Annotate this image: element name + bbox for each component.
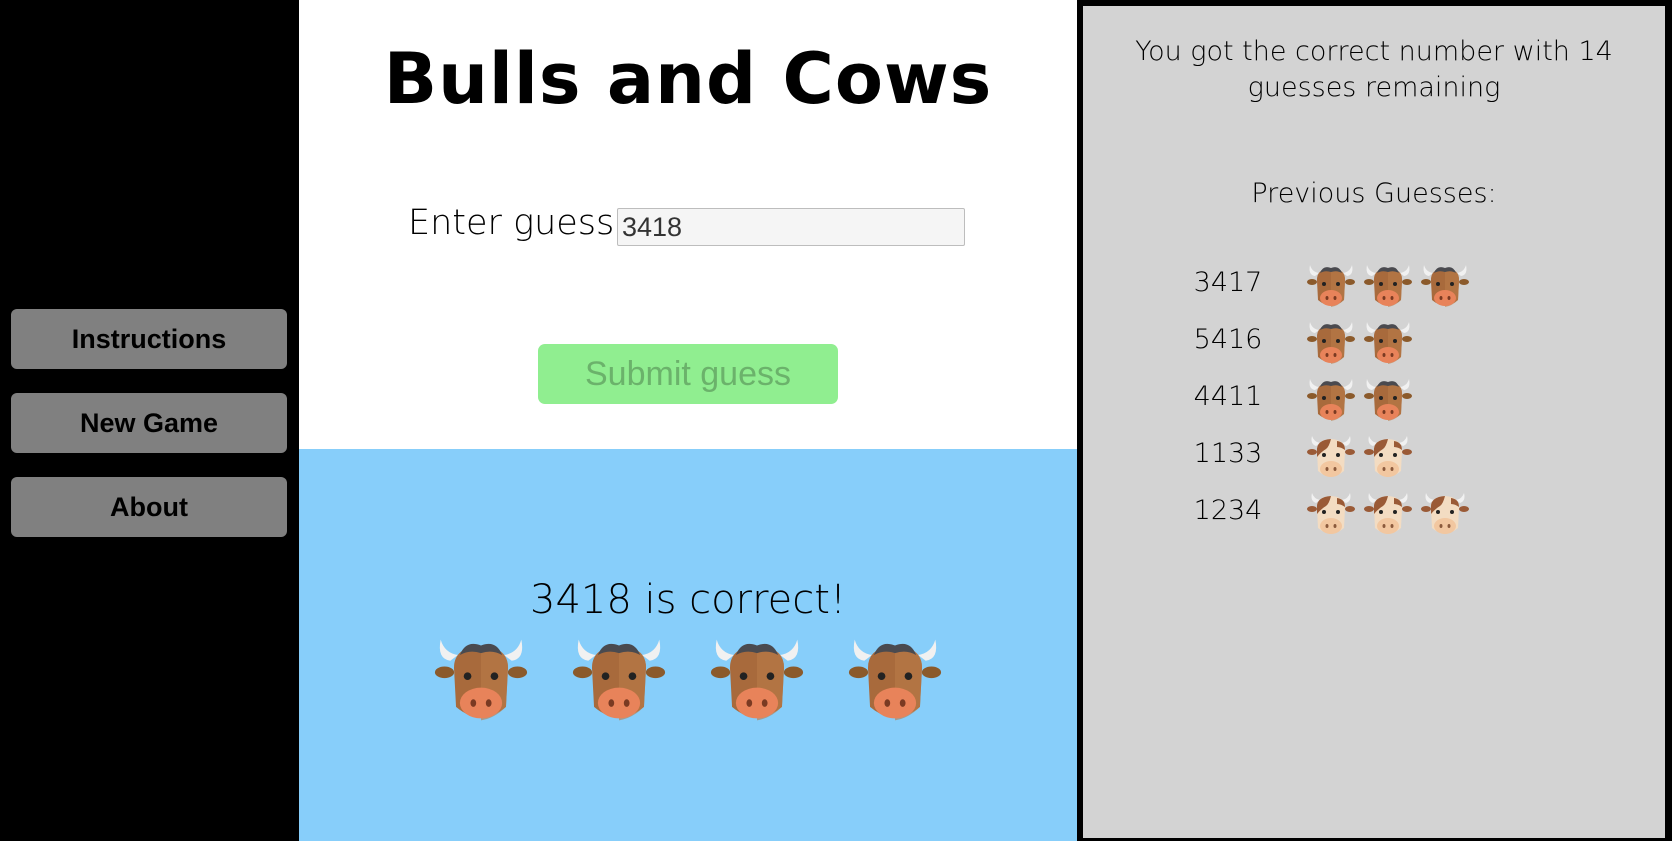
result-icons — [433, 632, 943, 732]
bull-icon — [709, 632, 805, 728]
sidebar: Instructions New Game About — [0, 0, 299, 841]
game-panel: Bulls and Cows Enter guess: Submit guess — [299, 0, 1077, 449]
bull-icon — [847, 632, 943, 728]
history-panel: You got the correct number with 14 guess… — [1083, 6, 1665, 838]
guess-input[interactable] — [617, 208, 965, 246]
bull-icon — [1306, 375, 1356, 425]
guess-number: 1133 — [1193, 438, 1263, 469]
result-panel: 3418 is correct! — [299, 449, 1077, 841]
bull-icon — [1363, 318, 1413, 368]
guess-row: 1133 — [1083, 432, 1665, 482]
bull-icon — [571, 632, 667, 728]
instructions-button[interactable]: Instructions — [11, 309, 287, 369]
result-text: 3418 is correct! — [530, 577, 846, 623]
cow-icon — [1306, 432, 1356, 482]
history-panel-frame: You got the correct number with 14 guess… — [1077, 0, 1672, 841]
page-title: Bulls and Cows — [383, 38, 993, 120]
new-game-button[interactable]: New Game — [11, 393, 287, 453]
guess-row: 1234 — [1083, 489, 1665, 539]
previous-guesses-title: Previous Guesses: — [1251, 178, 1497, 209]
guess-number: 3417 — [1193, 267, 1263, 298]
bull-icon — [433, 632, 529, 728]
guess-row: 4411 — [1083, 375, 1665, 425]
guess-number: 1234 — [1193, 495, 1263, 526]
cow-icon — [1363, 432, 1413, 482]
status-text: You got the correct number with 14 guess… — [1135, 36, 1613, 103]
cow-icon — [1363, 489, 1413, 539]
submit-guess-button[interactable]: Submit guess — [538, 344, 838, 404]
guess-number: 5416 — [1193, 324, 1263, 355]
bull-icon — [1363, 261, 1413, 311]
guess-label: Enter guess: — [408, 203, 627, 243]
guess-row: 5416 — [1083, 318, 1665, 368]
bull-icon — [1306, 261, 1356, 311]
bull-icon — [1363, 375, 1413, 425]
cow-icon — [1420, 489, 1470, 539]
guess-number: 4411 — [1193, 381, 1263, 412]
bull-icon — [1306, 318, 1356, 368]
bull-icon — [1420, 261, 1470, 311]
guess-row: 3417 — [1083, 261, 1665, 311]
about-button[interactable]: About — [11, 477, 287, 537]
cow-icon — [1306, 489, 1356, 539]
